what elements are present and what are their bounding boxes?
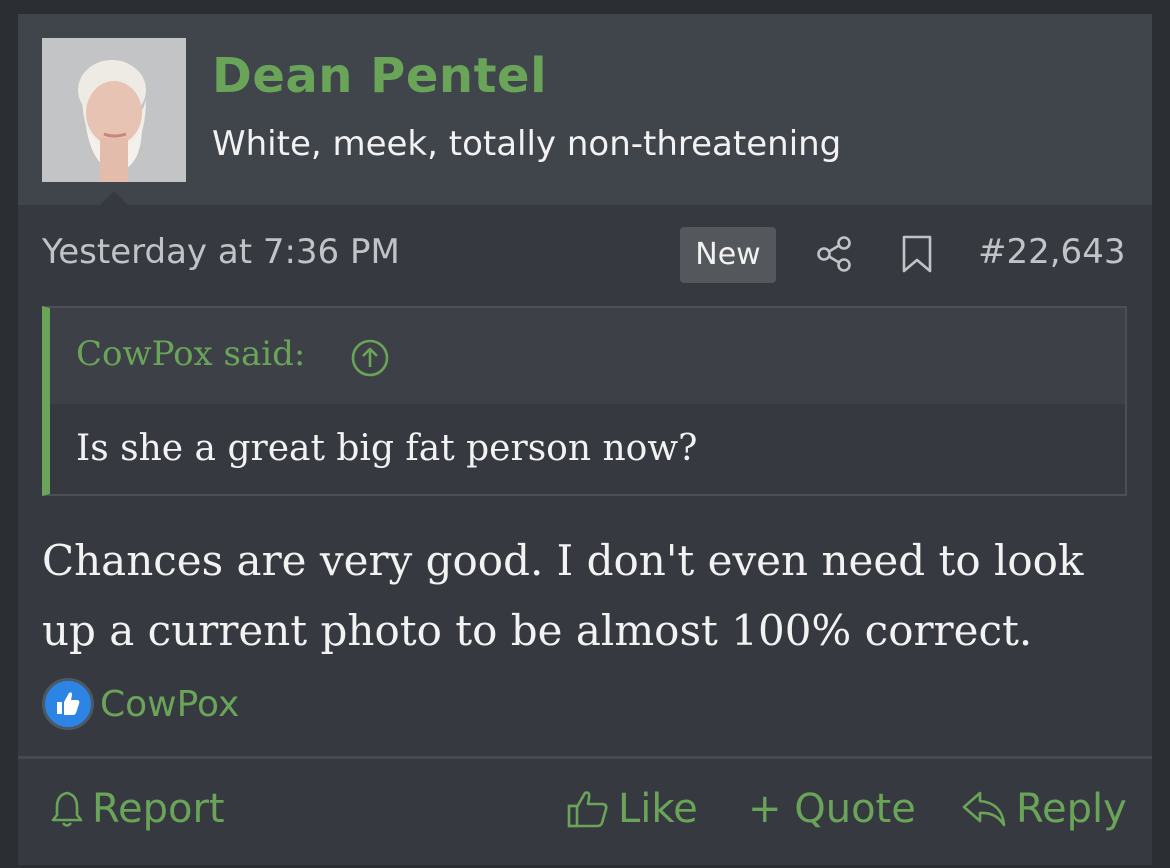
- quote-header: CowPox said:: [50, 308, 1125, 404]
- user-title: White, meek, totally non-threatening: [212, 124, 842, 164]
- bell-icon: [51, 791, 83, 827]
- quote-button[interactable]: + Quote: [748, 781, 916, 837]
- post-body: Chances are very good. I don't even need…: [42, 536, 1084, 655]
- quote-author[interactable]: CowPox said:: [76, 334, 305, 374]
- report-button[interactable]: Report: [50, 781, 225, 837]
- author-name[interactable]: Dean Pentel: [212, 48, 547, 104]
- reply-button[interactable]: Reply: [960, 781, 1127, 837]
- reply-icon: [962, 791, 1006, 827]
- quote-block: CowPox said: Is she a great big fat pers…: [42, 306, 1127, 496]
- userbar-arrow: [100, 191, 128, 205]
- post-timestamp[interactable]: Yesterday at 7:36 PM: [42, 232, 400, 272]
- bookmark-icon[interactable]: [900, 234, 934, 274]
- avatar[interactable]: [42, 38, 186, 182]
- reply-label: Reply: [1016, 786, 1127, 832]
- post-number[interactable]: #22,643: [978, 232, 1125, 272]
- new-badge: New: [680, 227, 776, 283]
- report-label: Report: [92, 786, 225, 832]
- thumbs-up-icon[interactable]: [42, 678, 94, 730]
- like-label: Like: [618, 786, 698, 832]
- post-actions: Report Like + Quote Reply: [18, 756, 1152, 868]
- reaction-user[interactable]: CowPox: [100, 684, 239, 725]
- quote-label: + Quote: [748, 786, 916, 832]
- post: Dean Pentel White, meek, totally non-thr…: [18, 14, 1152, 865]
- arrow-up-circle-icon[interactable]: [350, 338, 390, 378]
- quote-text: Is she a great big fat person now?: [76, 428, 698, 469]
- user-header: Dean Pentel White, meek, totally non-thr…: [18, 14, 1152, 205]
- like-button[interactable]: Like: [566, 781, 698, 837]
- thumbs-up-outline-icon: [567, 791, 608, 828]
- share-icon[interactable]: [814, 234, 854, 274]
